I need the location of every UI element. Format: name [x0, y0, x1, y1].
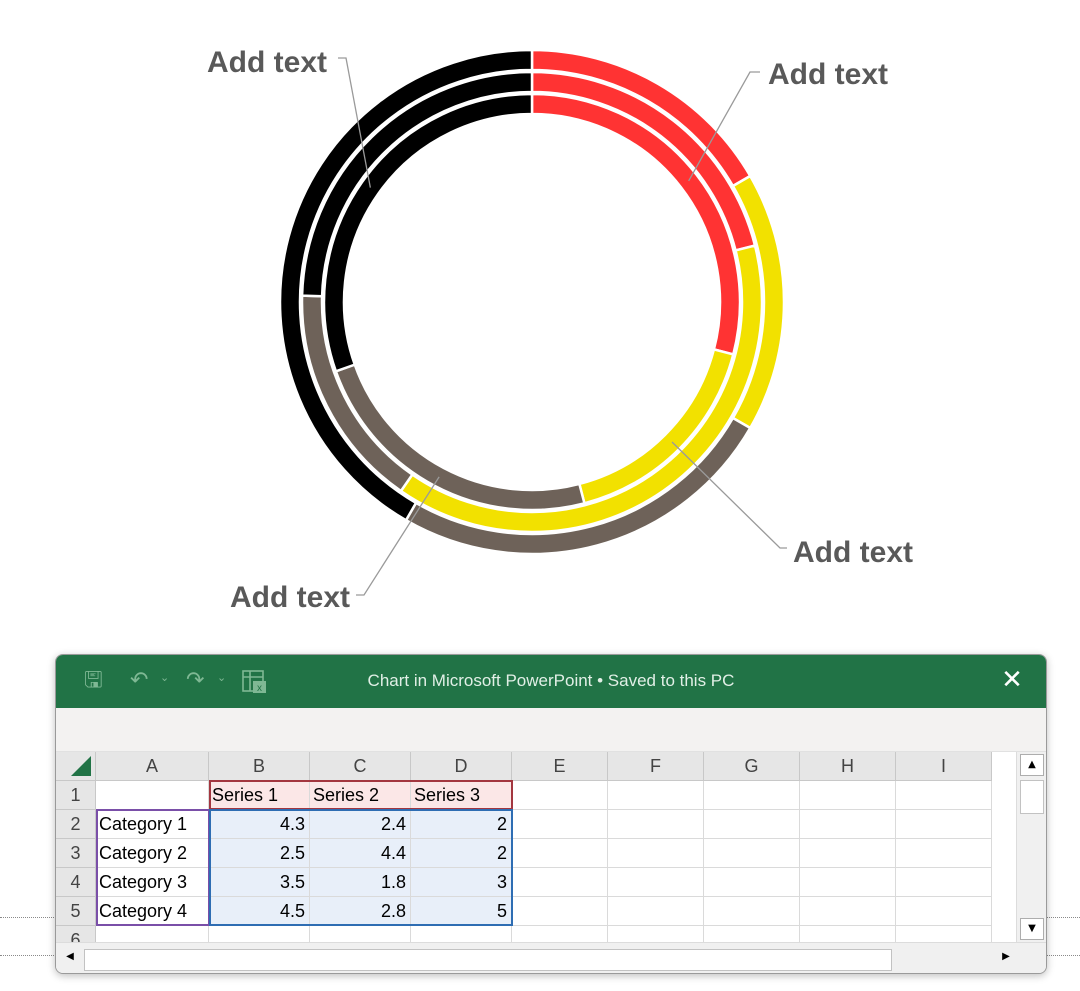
row-header-2[interactable]: 2	[56, 810, 96, 839]
callout-label[interactable]: Add text	[768, 58, 888, 91]
grid-cell-b4[interactable]: 3.5	[209, 868, 310, 897]
grid-cell-h6[interactable]	[800, 926, 896, 942]
row-header-4[interactable]: 4	[56, 868, 96, 897]
grid-cell-a5[interactable]: Category 4	[96, 897, 209, 926]
grid-cell-c1[interactable]: Series 2	[310, 781, 411, 810]
grid-cell-a1[interactable]	[96, 781, 209, 810]
vertical-scroll-thumb[interactable]	[1020, 780, 1044, 814]
column-header-c[interactable]: C	[310, 752, 411, 781]
grid-cell-a6[interactable]	[96, 926, 209, 942]
slide-guide-line	[0, 955, 60, 956]
row-header-6[interactable]: 6	[56, 926, 96, 942]
grid-cell-d2[interactable]: 2	[411, 810, 512, 839]
column-header-h[interactable]: H	[800, 752, 896, 781]
grid-cell-b5[interactable]: 4.5	[209, 897, 310, 926]
grid-cell-i2[interactable]	[896, 810, 992, 839]
grid-cell-f1[interactable]	[608, 781, 704, 810]
column-header-i[interactable]: I	[896, 752, 992, 781]
grid-cell-h1[interactable]	[800, 781, 896, 810]
scroll-left-icon[interactable]: ◀	[60, 947, 80, 969]
vertical-scrollbar[interactable]: ▲ ▼	[1016, 752, 1046, 942]
scroll-down-icon[interactable]: ▼	[1020, 918, 1044, 940]
grid-cell-e3[interactable]	[512, 839, 608, 868]
select-all-triangle-icon	[71, 756, 91, 776]
column-header-a[interactable]: A	[96, 752, 209, 781]
grid-cell-i4[interactable]	[896, 868, 992, 897]
grid-cell-g2[interactable]	[704, 810, 800, 839]
grid-cell-b1[interactable]: Series 1	[209, 781, 310, 810]
scroll-right-icon[interactable]: ▶	[996, 947, 1016, 969]
grid-cell-e5[interactable]	[512, 897, 608, 926]
grid-cell-f5[interactable]	[608, 897, 704, 926]
grid-cell-e6[interactable]	[512, 926, 608, 942]
grid-cell-c2[interactable]: 2.4	[310, 810, 411, 839]
grid-cell-f3[interactable]	[608, 839, 704, 868]
slide-guide-line	[0, 917, 60, 918]
close-icon[interactable]: ✕	[1000, 667, 1024, 693]
window-title: Chart in Microsoft PowerPoint • Saved to…	[367, 671, 735, 690]
column-header-b[interactable]: B	[209, 752, 310, 781]
grid-cell-e4[interactable]	[512, 868, 608, 897]
grid-cell-d4[interactable]: 3	[411, 868, 512, 897]
grid-cell-d5[interactable]: 5	[411, 897, 512, 926]
window-titlebar[interactable]: 🖫 ↶ ⌄ ↷ ⌄ x Chart in Microsoft PowerPoin…	[56, 655, 1046, 708]
grid-cell-a3[interactable]: Category 2	[96, 839, 209, 868]
grid-cell-c5[interactable]: 2.8	[310, 897, 411, 926]
grid-cell-e2[interactable]	[512, 810, 608, 839]
slide-canvas: Add text Add text Add text Add text	[0, 0, 1080, 956]
grid-cell-c6[interactable]	[310, 926, 411, 942]
grid-cell-i5[interactable]	[896, 897, 992, 926]
grid-cell-i1[interactable]	[896, 781, 992, 810]
grid-cell-f6[interactable]	[608, 926, 704, 942]
grid-cell-b6[interactable]	[209, 926, 310, 942]
column-header-f[interactable]: F	[608, 752, 704, 781]
grid-cell-a2[interactable]: Category 1	[96, 810, 209, 839]
grid-cell-h3[interactable]	[800, 839, 896, 868]
grid-cell-f2[interactable]	[608, 810, 704, 839]
grid-cell-c4[interactable]: 1.8	[310, 868, 411, 897]
scroll-up-icon[interactable]: ▲	[1020, 754, 1044, 776]
grid-cell-f4[interactable]	[608, 868, 704, 897]
grid-cell-i6[interactable]	[896, 926, 992, 942]
doughnut-chart[interactable]: Add text Add text Add text Add text	[0, 0, 1080, 640]
spreadsheet-grid[interactable]: A B C D E F G H I 1 2 3 4 5 6 Series 1 Series 2 Series 3C…	[56, 752, 1046, 942]
callout-label[interactable]: Add text	[230, 581, 350, 614]
chart-data-window[interactable]: 🖫 ↶ ⌄ ↷ ⌄ x Chart in Microsoft PowerPoin…	[55, 654, 1047, 974]
row-header-3[interactable]: 3	[56, 839, 96, 868]
grid-cell-a4[interactable]: Category 3	[96, 868, 209, 897]
select-all-button[interactable]	[56, 752, 96, 781]
callout-label[interactable]: Add text	[793, 536, 913, 569]
grid-cell-d1[interactable]: Series 3	[411, 781, 512, 810]
grid-cell-g5[interactable]	[704, 897, 800, 926]
grid-cell-g3[interactable]	[704, 839, 800, 868]
row-header-1[interactable]: 1	[56, 781, 96, 810]
grid-cell-c3[interactable]: 4.4	[310, 839, 411, 868]
callout-label[interactable]: Add text	[207, 46, 327, 79]
grid-cell-i3[interactable]	[896, 839, 992, 868]
row-header-5[interactable]: 5	[56, 897, 96, 926]
ribbon-area	[56, 708, 1046, 752]
grid-cell-h2[interactable]	[800, 810, 896, 839]
grid-cell-h4[interactable]	[800, 868, 896, 897]
horizontal-scrollbar[interactable]: ◀ ▶	[56, 942, 1046, 973]
grid-cell-g1[interactable]	[704, 781, 800, 810]
grid-cell-e1[interactable]	[512, 781, 608, 810]
grid-cell-g6[interactable]	[704, 926, 800, 942]
column-header-d[interactable]: D	[411, 752, 512, 781]
grid-cell-d3[interactable]: 2	[411, 839, 512, 868]
column-header-g[interactable]: G	[704, 752, 800, 781]
grid-cell-b2[interactable]: 4.3	[209, 810, 310, 839]
grid-cell-b3[interactable]: 2.5	[209, 839, 310, 868]
grid-cell-h5[interactable]	[800, 897, 896, 926]
grid-cell-d6[interactable]	[411, 926, 512, 942]
grid-cell-g4[interactable]	[704, 868, 800, 897]
column-header-e[interactable]: E	[512, 752, 608, 781]
horizontal-scroll-thumb[interactable]	[84, 949, 892, 971]
